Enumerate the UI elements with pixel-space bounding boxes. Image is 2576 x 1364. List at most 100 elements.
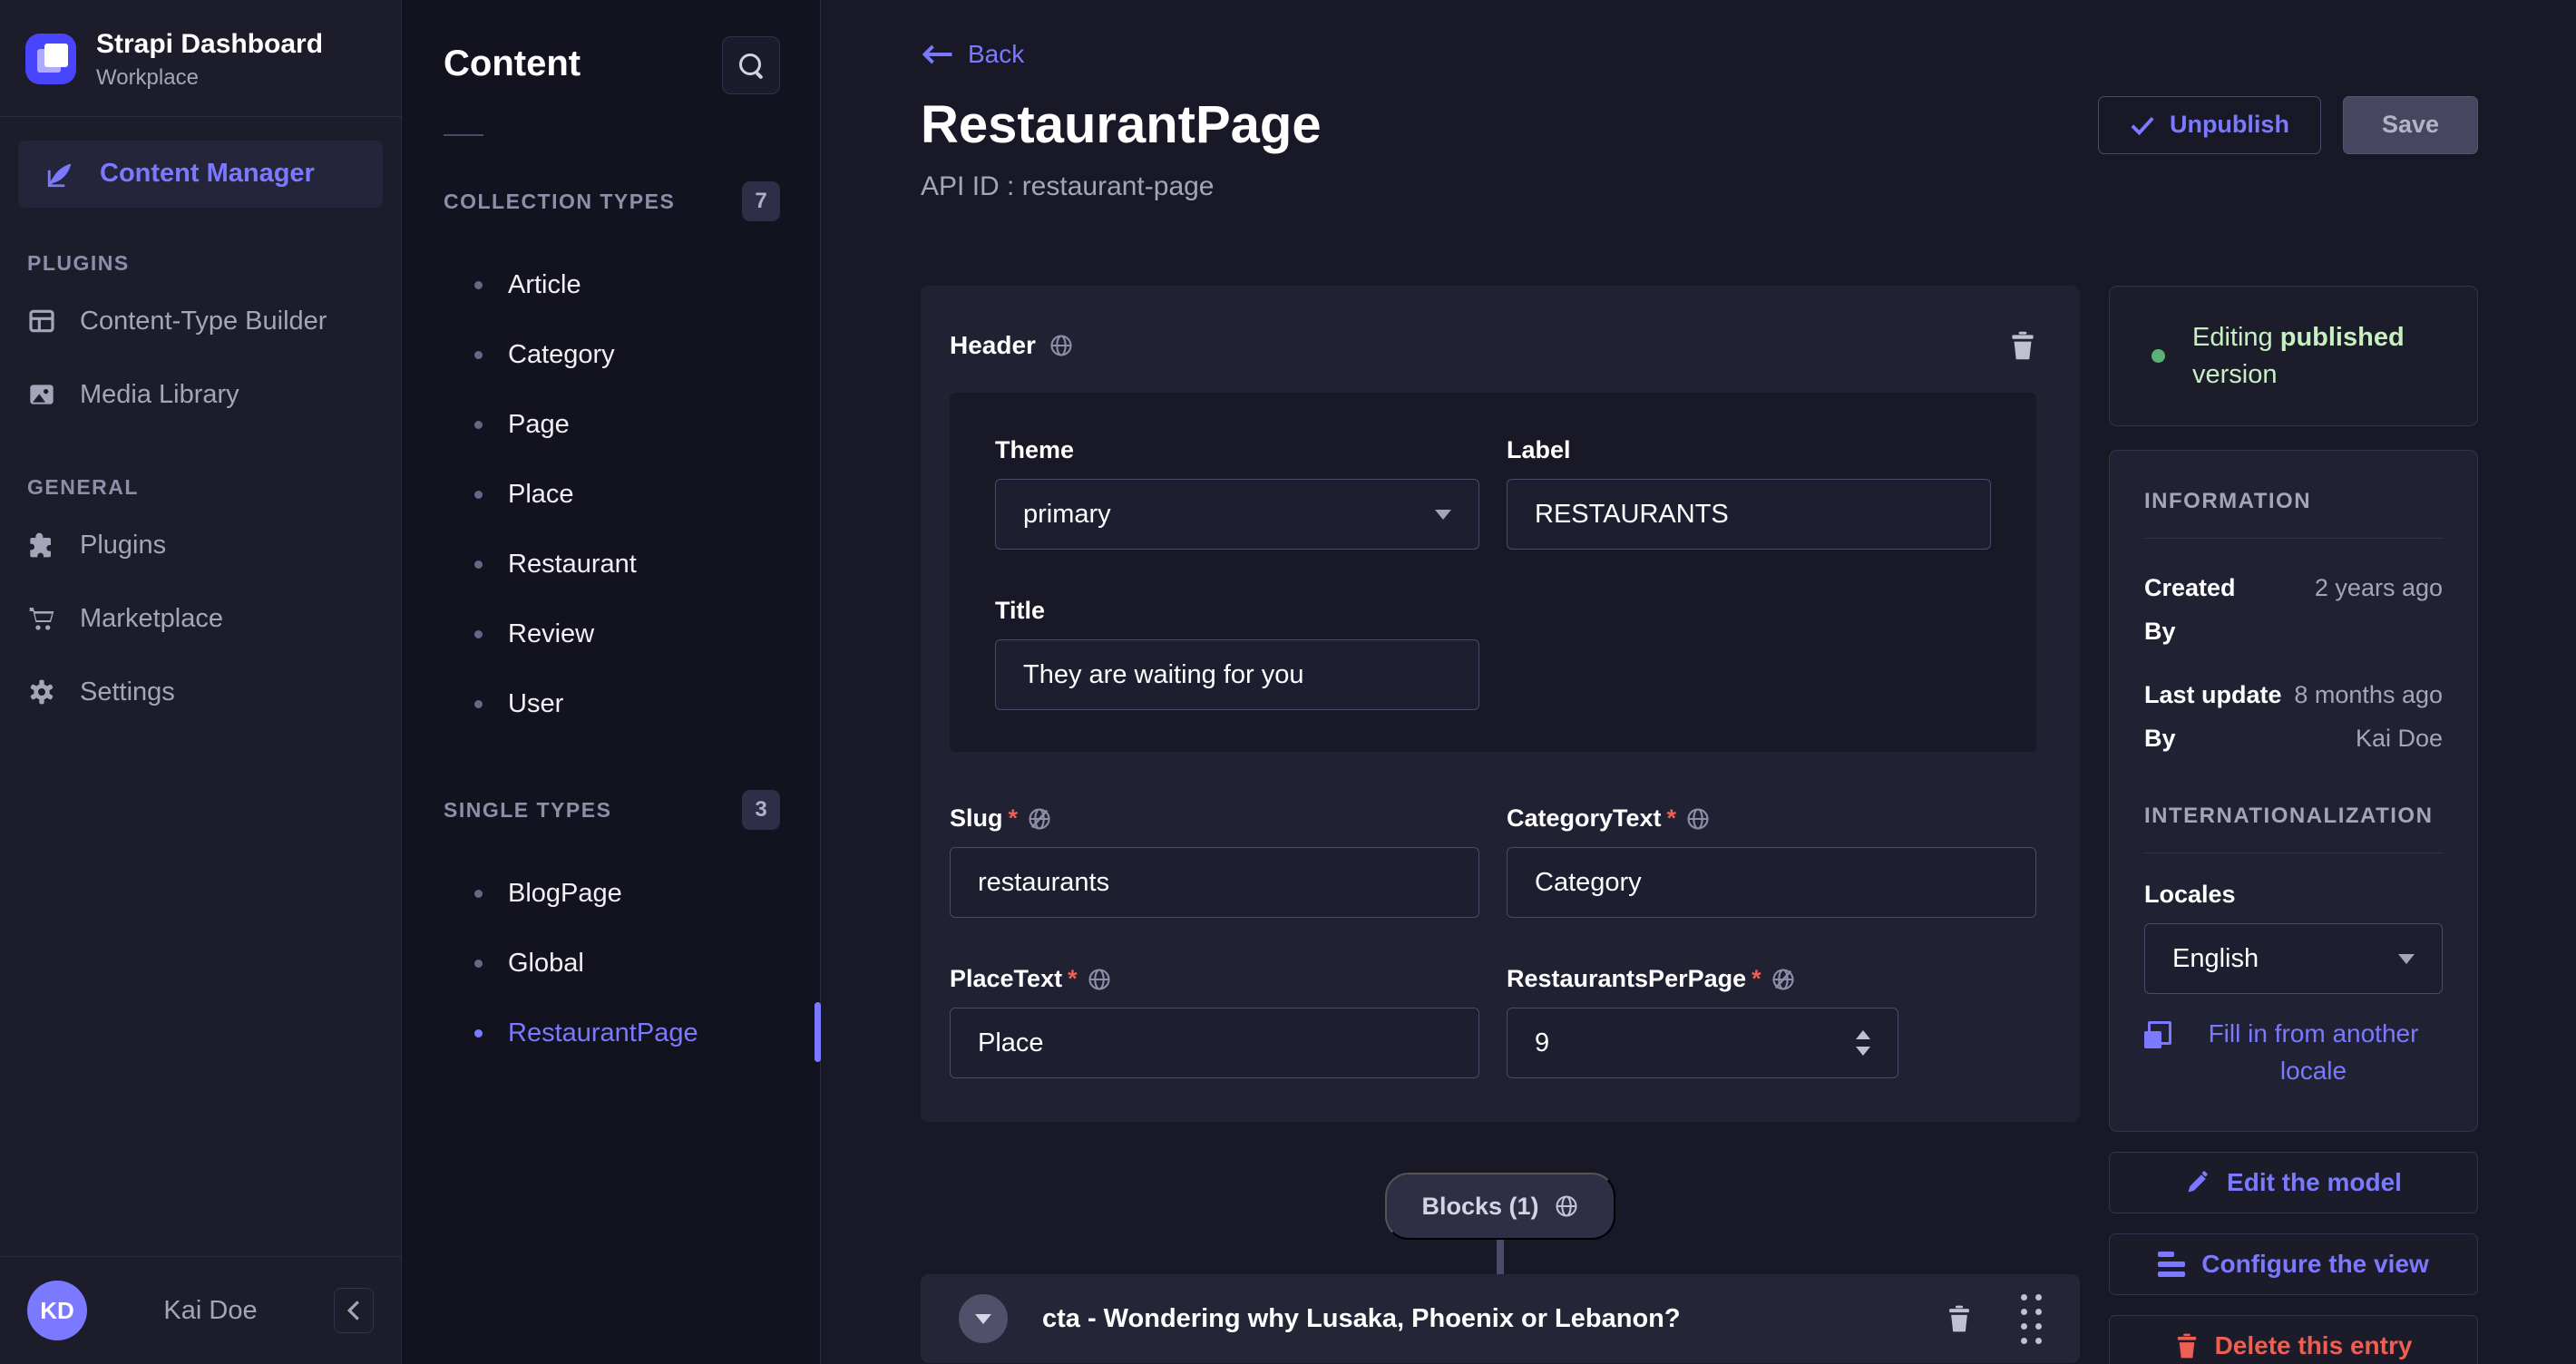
subnav-item-label: Review — [508, 619, 594, 649]
globe-icon — [1049, 333, 1074, 358]
sidebar-item-content-type-builder[interactable]: Content-Type Builder — [0, 285, 401, 358]
bullet-icon — [474, 1029, 483, 1038]
edit-model-label: Edit the model — [2227, 1168, 2402, 1197]
api-id: API ID : restaurant-page — [921, 171, 2478, 202]
created-by-label: By — [2144, 618, 2176, 646]
sidebar-item-label: Settings — [80, 677, 175, 707]
bullet-icon — [474, 960, 483, 968]
single-types-heading: SINGLE TYPES — [444, 798, 611, 823]
restaurantsperpage-input[interactable]: 9 — [1507, 1008, 1898, 1078]
title-input[interactable]: They are waiting for you — [995, 639, 1479, 710]
subnav-item-blogpage[interactable]: BlogPage — [444, 861, 780, 927]
back-link[interactable]: Back — [921, 40, 1024, 69]
collection-types-heading: COLLECTION TYPES — [444, 190, 675, 214]
title-value: They are waiting for you — [1023, 660, 1303, 690]
avatar[interactable]: KD — [27, 1281, 87, 1340]
chevron-down-icon — [1435, 510, 1451, 520]
sidebar-item-plugins[interactable]: Plugins — [0, 509, 401, 582]
subnav-item-label: Place — [508, 480, 574, 510]
subnav-item-restaurantpage[interactable]: RestaurantPage — [444, 1000, 780, 1067]
trash-icon — [2175, 1333, 2199, 1359]
feather-pen-icon — [45, 159, 76, 190]
workspace-brand[interactable]: Strapi Dashboard Workplace — [0, 0, 401, 116]
save-button[interactable]: Save — [2343, 96, 2478, 154]
theme-label: Theme — [995, 436, 1074, 464]
restaurantsperpage-value: 9 — [1535, 1028, 1549, 1058]
created-label: Created — [2144, 574, 2236, 602]
main-sidebar: Strapi Dashboard Workplace Content Manag… — [0, 0, 402, 1364]
subnav-item-label: Page — [508, 410, 570, 440]
nav-section-plugins: PLUGINS — [0, 251, 401, 276]
expand-block-button[interactable] — [959, 1294, 1008, 1343]
title-label: Title — [995, 597, 1045, 625]
collapse-sidebar-button[interactable] — [334, 1288, 374, 1333]
subnav-item-place[interactable]: Place — [444, 462, 780, 528]
blocks-label: Blocks (1) — [1421, 1193, 1538, 1221]
drag-handle-icon[interactable] — [2021, 1294, 2042, 1344]
categorytext-value: Category — [1535, 868, 1642, 898]
workspace-label: Workplace — [96, 65, 323, 91]
sidebar-item-media-library[interactable]: Media Library — [0, 358, 401, 432]
delete-component-trash-icon[interactable] — [2009, 331, 2036, 360]
sidebar-item-label: Plugins — [80, 531, 166, 560]
subnav-item-label: Article — [508, 270, 581, 300]
number-stepper[interactable] — [1856, 1030, 1870, 1056]
block-item-cta: cta - Wondering why Lusaka, Phoenix or L… — [921, 1274, 2080, 1363]
cart-icon — [27, 604, 56, 633]
updated-value: 8 months ago — [2294, 681, 2443, 709]
globe-icon — [1685, 806, 1711, 832]
required-mark: * — [1667, 804, 1677, 833]
locale-select[interactable]: English — [2144, 923, 2443, 994]
subnav-item-review[interactable]: Review — [444, 601, 780, 667]
edit-model-button[interactable]: Edit the model — [2109, 1152, 2478, 1213]
header-component-fields: Theme primary Label RESTAURANTS Title — [950, 393, 2036, 752]
subnav-item-label: RestaurantPage — [508, 1018, 698, 1048]
subnav-item-article[interactable]: Article — [444, 252, 780, 318]
fill-from-locale-link[interactable]: Fill in from another locale — [2184, 1016, 2443, 1089]
locales-label: Locales — [2144, 881, 2443, 909]
placetext-input[interactable]: Place — [950, 1008, 1479, 1078]
nav-section-general: GENERAL — [0, 475, 401, 500]
configure-view-button[interactable]: Configure the view — [2109, 1233, 2478, 1295]
label-label: Label — [1507, 436, 1571, 464]
information-panel: INFORMATION Created2 years ago By Last u… — [2109, 450, 2478, 1132]
status-box: Editing published version — [2109, 286, 2478, 426]
active-indicator — [815, 1002, 821, 1062]
subnav-item-label: BlogPage — [508, 879, 622, 909]
collection-types-count-badge: 7 — [742, 181, 780, 221]
i18n-heading: INTERNATIONALIZATION — [2144, 804, 2443, 829]
sidebar-item-settings[interactable]: Settings — [0, 656, 401, 729]
subnav-item-page[interactable]: Page — [444, 392, 780, 458]
theme-value: primary — [1023, 500, 1111, 530]
chevron-down-icon — [2398, 954, 2415, 964]
copy-icon — [2144, 1021, 2171, 1048]
subnav-item-restaurant[interactable]: Restaurant — [444, 531, 780, 598]
single-types-list: BlogPage Global RestaurantPage — [444, 861, 780, 1067]
categorytext-input[interactable]: Category — [1507, 847, 2036, 918]
gear-icon — [27, 677, 56, 706]
subnav-item-category[interactable]: Category — [444, 322, 780, 388]
pencil-icon — [2185, 1170, 2210, 1195]
globe-slash-icon — [1027, 806, 1052, 832]
subnav-item-user[interactable]: User — [444, 671, 780, 737]
blocks-section-button[interactable]: Blocks (1) — [1385, 1173, 1615, 1240]
restaurantsperpage-label: RestaurantsPerPage — [1507, 965, 1746, 993]
sidebar-item-content-manager[interactable]: Content Manager — [18, 141, 383, 208]
theme-select[interactable]: primary — [995, 479, 1479, 550]
chevron-down-icon — [975, 1314, 991, 1324]
slug-input[interactable]: restaurants — [950, 847, 1479, 918]
sidebar-item-marketplace[interactable]: Marketplace — [0, 582, 401, 656]
delete-entry-button[interactable]: Delete this entry — [2109, 1315, 2478, 1364]
subnav-item-global[interactable]: Global — [444, 930, 780, 997]
subnav-item-label: User — [508, 689, 563, 719]
user-name: Kai Doe — [105, 1296, 316, 1326]
slug-label: Slug — [950, 804, 1003, 833]
placetext-value: Place — [978, 1028, 1044, 1058]
label-input[interactable]: RESTAURANTS — [1507, 479, 1991, 550]
unpublish-button[interactable]: Unpublish — [2098, 96, 2321, 154]
categorytext-label: CategoryText — [1507, 804, 1662, 833]
sidebar-item-label: Media Library — [80, 380, 239, 410]
required-mark: * — [1068, 965, 1078, 993]
delete-block-trash-icon[interactable] — [1947, 1305, 1972, 1332]
search-button[interactable] — [722, 36, 780, 94]
